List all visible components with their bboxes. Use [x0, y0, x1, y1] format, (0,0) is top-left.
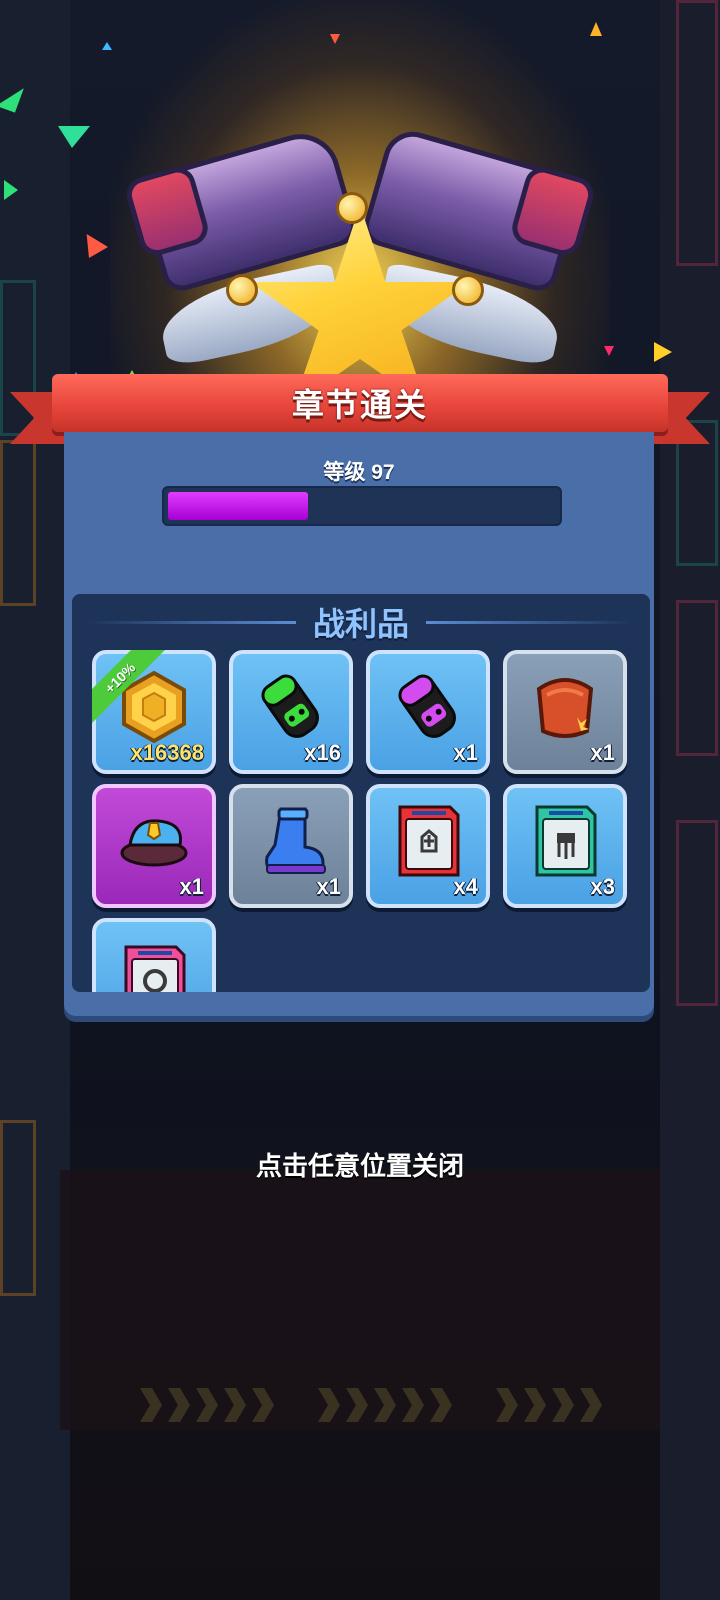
loot-item-green-grenade[interactable]: x16: [229, 650, 353, 774]
results-panel: 等级 97 战利品 +10% x16368 x16 x1 x1 x1 x1 x4…: [64, 432, 654, 1016]
star-knob-icon: [336, 192, 368, 224]
loot-item-blue-boot[interactable]: x1: [229, 784, 353, 908]
item-quantity: x3: [590, 874, 615, 899]
loot-item-purple-grenade[interactable]: x1: [366, 650, 490, 774]
loot-item-pink-chip-card[interactable]: [92, 918, 216, 992]
item-quantity: x16368: [130, 740, 204, 765]
level-progress-fill: [168, 492, 308, 520]
item-quantity: x1: [316, 874, 341, 899]
item-quantity: x1: [179, 874, 204, 899]
teal-card-icon: [535, 805, 597, 877]
level-progress-bar: [162, 486, 562, 526]
star-knob-icon: [452, 274, 484, 306]
loot-item-police-hat[interactable]: x1: [92, 784, 216, 908]
star-knob-icon: [226, 274, 258, 306]
pink-card-icon: [124, 945, 186, 992]
loot-title: 战利品: [312, 606, 409, 642]
police-hat-icon: [120, 819, 188, 867]
item-quantity: x1: [453, 740, 478, 765]
armor-icon: [536, 678, 594, 738]
loot-item-teal-chip-card[interactable]: x3: [503, 784, 627, 908]
loot-item-gold-coin[interactable]: +10% x16368: [92, 650, 216, 774]
red-card-icon: [398, 805, 460, 877]
item-quantity: x4: [453, 874, 478, 899]
green-grenade-icon: [261, 674, 319, 738]
bonus-tag: +10%: [92, 650, 172, 730]
purple-grenade-icon: [398, 674, 456, 738]
page-title: 章节通关: [291, 387, 428, 423]
item-quantity: x16: [304, 740, 341, 765]
level-label: 等级 97: [323, 461, 395, 484]
item-quantity: x1: [590, 740, 615, 765]
title-ribbon: 章节通关: [52, 374, 668, 432]
tap-to-close-hint[interactable]: 点击任意位置关闭: [0, 1146, 720, 1183]
chapter-clear-badge: [122, 124, 598, 406]
loot-section: 战利品 +10% x16368 x16 x1 x1 x1 x1 x4 x3: [72, 594, 650, 992]
boot-icon: [265, 807, 326, 874]
loot-item-red-armor[interactable]: x1: [503, 650, 627, 774]
loot-item-red-chip-card[interactable]: x4: [366, 784, 490, 908]
